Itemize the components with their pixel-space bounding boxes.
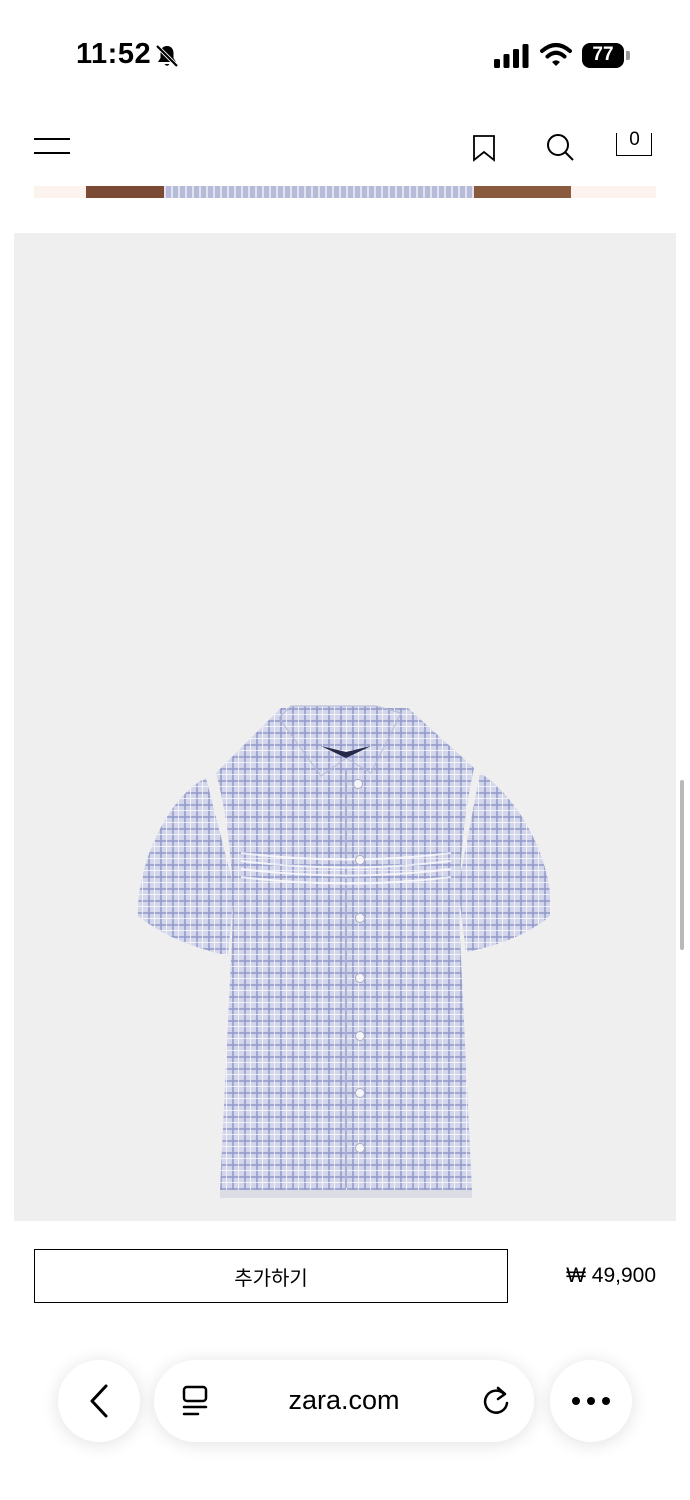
bookmark-icon[interactable] (472, 134, 496, 162)
status-time: 11:52 (76, 38, 152, 70)
cart-count: 0 (629, 129, 640, 150)
previous-product-image[interactable] (34, 186, 656, 198)
bell-slash-icon (154, 43, 180, 69)
shopping-bag-icon[interactable]: 0 (616, 129, 654, 159)
reload-icon[interactable] (482, 1384, 512, 1418)
scrollbar[interactable] (680, 780, 684, 950)
add-to-cart-button[interactable]: 추가하기 (34, 1249, 508, 1303)
product-image[interactable] (14, 233, 676, 1221)
more-button[interactable] (550, 1360, 632, 1442)
chevron-left-icon (90, 1384, 108, 1418)
wifi-icon (540, 42, 572, 68)
shirt-illustration (137, 705, 551, 1198)
cellular-signal-icon (494, 44, 530, 68)
search-icon[interactable] (544, 132, 576, 164)
battery-level: 77 (592, 44, 614, 65)
address-bar[interactable]: zara.com (154, 1360, 534, 1442)
url-text[interactable]: zara.com (154, 1385, 534, 1416)
hamburger-menu-icon[interactable] (34, 138, 70, 158)
battery-icon: 77 (582, 43, 630, 68)
back-button[interactable] (58, 1360, 140, 1442)
ellipsis-icon (572, 1397, 610, 1405)
product-price: ₩ 49,900 (566, 1264, 656, 1287)
